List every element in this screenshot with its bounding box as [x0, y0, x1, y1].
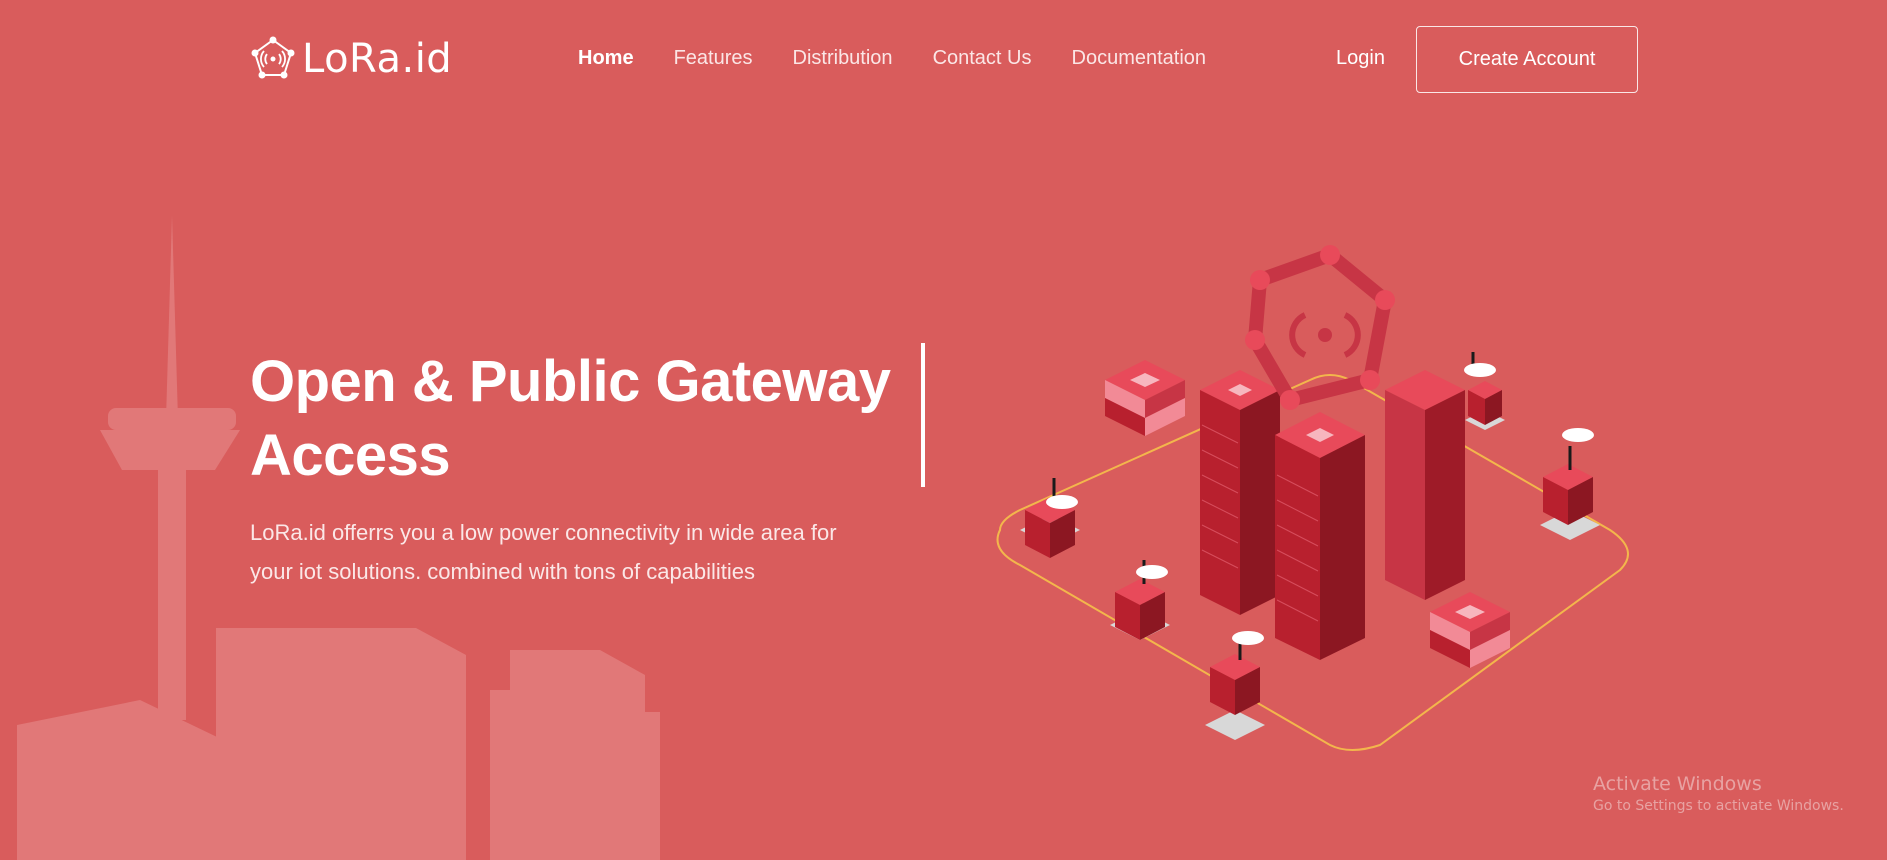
- hero-title-line2: Access: [250, 423, 451, 488]
- gateway-node-1: [1020, 478, 1080, 558]
- nav-item-documentation[interactable]: Documentation: [1072, 47, 1207, 70]
- nav-item-distribution[interactable]: Distribution: [793, 47, 893, 70]
- hero-subtitle-line2: your iot solutions. combined with tons o…: [250, 559, 756, 584]
- nav-item-features[interactable]: Features: [674, 47, 753, 70]
- hero-title: Open & Public Gateway Access: [250, 345, 930, 493]
- typing-cursor: [921, 343, 925, 487]
- server-tower-back: [1385, 370, 1465, 600]
- main-nav: Home Features Distribution Contact Us Do…: [578, 47, 1206, 70]
- watermark-subtitle: Go to Settings to activate Windows.: [1593, 798, 1844, 814]
- gateway-node-5: [1464, 352, 1505, 430]
- gateway-node-4: [1540, 428, 1600, 540]
- gateway-node-2: [1110, 560, 1170, 640]
- watermark-title: Activate Windows: [1593, 773, 1762, 795]
- server-tower-left: [1200, 370, 1280, 615]
- brand-name: LoRa.id: [302, 36, 453, 82]
- hero-title-line1: Open & Public Gateway: [250, 349, 891, 414]
- gateway-network-illustration: [996, 245, 1629, 751]
- windows-activation-watermark: Activate Windows Go to Settings to activ…: [1593, 773, 1844, 814]
- brand-logo[interactable]: LoRa.id: [250, 36, 452, 82]
- nav-item-home[interactable]: Home: [578, 47, 634, 70]
- gateway-node-3: [1205, 631, 1265, 740]
- layer-stack-right: [1430, 592, 1510, 668]
- nav-item-contact-us[interactable]: Contact Us: [933, 47, 1032, 70]
- server-tower-front: [1275, 412, 1365, 660]
- login-link[interactable]: Login: [1336, 47, 1385, 70]
- lora-signal-logo-icon: [251, 36, 295, 79]
- layer-stack-left: [1105, 360, 1185, 436]
- create-account-button[interactable]: Create Account: [1416, 26, 1638, 93]
- hero-subtitle-line1: LoRa.id offerrs you a low power connecti…: [250, 520, 837, 545]
- hero-subtitle: LoRa.id offerrs you a low power connecti…: [250, 513, 870, 591]
